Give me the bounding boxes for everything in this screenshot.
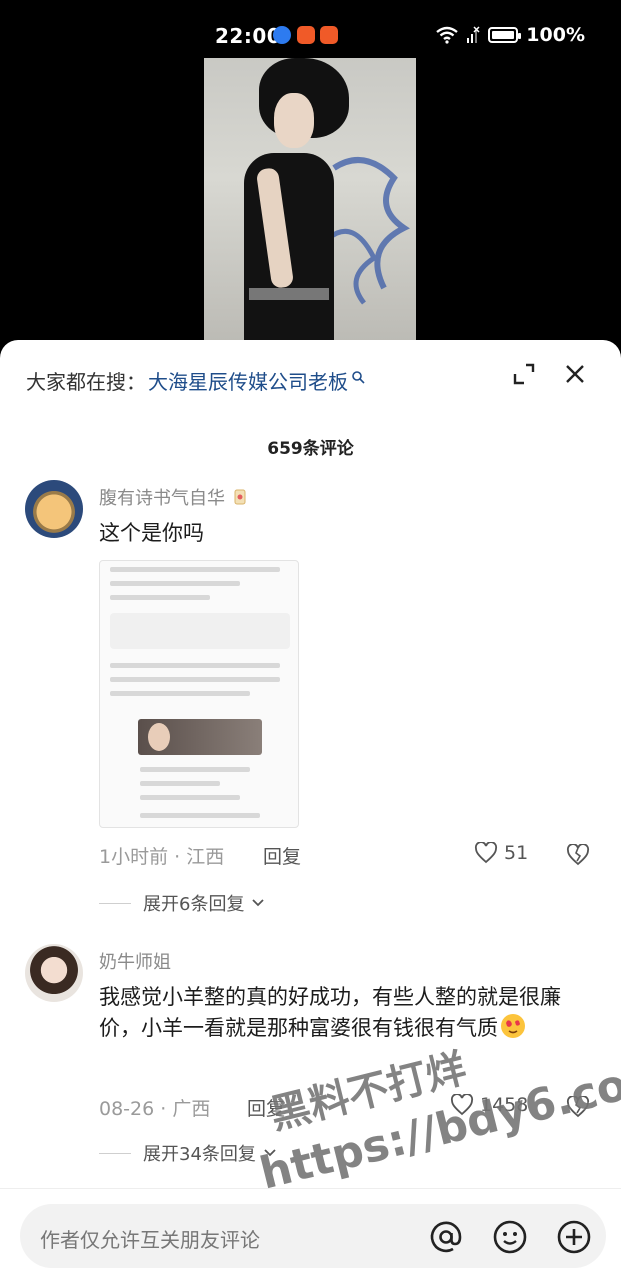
heart-eyes-emoji-icon	[501, 1014, 525, 1038]
person-face	[274, 93, 314, 148]
battery-icon	[488, 27, 522, 43]
video-frame	[204, 58, 416, 358]
graffiti-drawing	[327, 157, 410, 305]
video-player[interactable]	[0, 58, 621, 358]
comment-username[interactable]: 腹有诗书气自华	[99, 484, 249, 510]
like-button[interactable]: 51	[474, 842, 528, 864]
expand-icon[interactable]	[512, 362, 536, 386]
wifi-icon	[436, 26, 459, 44]
broken-heart-icon[interactable]	[566, 1096, 590, 1118]
username-text: 腹有诗书气自华	[99, 488, 225, 509]
search-term-link[interactable]: 大海星辰传媒公司老板	[148, 366, 348, 395]
like-count: 1458	[480, 1094, 529, 1116]
search-suggestion[interactable]: 大家都在搜： 大海星辰传媒公司老板	[26, 366, 365, 395]
search-icon	[352, 370, 365, 384]
like-button[interactable]: 1458	[450, 1094, 528, 1116]
comment-text: 这个是你吗	[99, 521, 204, 545]
reply-button[interactable]: 回复	[263, 842, 301, 869]
username-text: 奶牛师姐	[99, 952, 171, 973]
status-right: 100%	[436, 24, 585, 46]
plus-icon[interactable]	[556, 1219, 592, 1255]
comment-meta: 1小时前 · 江西	[99, 846, 225, 868]
app-orange-icon	[320, 26, 338, 44]
avatar[interactable]	[25, 944, 83, 1002]
tarot-badge-icon	[234, 489, 246, 505]
emoji-icon[interactable]	[492, 1219, 528, 1255]
comment-input[interactable]: 作者仅允许互关朋友评论	[20, 1204, 606, 1268]
search-prefix: 大家都在搜：	[26, 370, 146, 394]
like-count: 51	[504, 842, 529, 864]
comment-input-bar: 作者仅允许互关朋友评论	[0, 1188, 621, 1280]
avatar[interactable]	[25, 480, 83, 538]
expand-replies-label: 展开34条回复	[143, 1144, 256, 1165]
close-icon[interactable]	[563, 362, 587, 386]
image-collection-box	[110, 613, 290, 649]
expand-replies-label: 展开6条回复	[143, 894, 245, 915]
comment-text: 我感觉小羊整的真的好成功，有些人整的就是很廉价，小羊一看就是那种富婆很有钱很有气…	[99, 982, 589, 1044]
heart-icon	[450, 1094, 474, 1116]
heart-icon	[474, 842, 498, 864]
comment-image[interactable]	[99, 560, 299, 828]
chevron-down-icon	[264, 1149, 276, 1157]
expand-replies-button[interactable]: 展开34条回复	[99, 1140, 278, 1166]
comment-meta: 08-26 · 广西	[99, 1098, 211, 1120]
status-time: 22:00	[215, 24, 282, 48]
comment-text-body: 我感觉小羊整的真的好成功，有些人整的就是很廉价，小羊一看就是那种富婆很有钱很有气…	[99, 985, 561, 1040]
image-profile-photo	[148, 723, 170, 751]
comment-input-placeholder: 作者仅允许互关朋友评论	[40, 1228, 260, 1252]
comment-sheet: 大家都在搜： 大海星辰传媒公司老板 659条评论 腹有诗书气自华 这个是你吗 1…	[0, 340, 621, 1280]
app-orange-icon	[297, 26, 315, 44]
signal-icon	[467, 26, 480, 43]
chevron-down-icon	[252, 899, 265, 907]
comment-count: 659条评论	[267, 439, 354, 459]
person-belt	[249, 288, 329, 300]
comment-username[interactable]: 奶牛师姐	[99, 948, 171, 974]
app-blue-icon	[273, 26, 291, 44]
expand-replies-button[interactable]: 展开6条回复	[99, 890, 266, 916]
status-bar: 22:00 100%	[0, 0, 621, 60]
reply-button[interactable]: 回复	[247, 1094, 285, 1121]
broken-heart-icon[interactable]	[566, 844, 590, 866]
at-mention-icon[interactable]	[428, 1219, 464, 1255]
battery-level: 100%	[526, 24, 585, 46]
